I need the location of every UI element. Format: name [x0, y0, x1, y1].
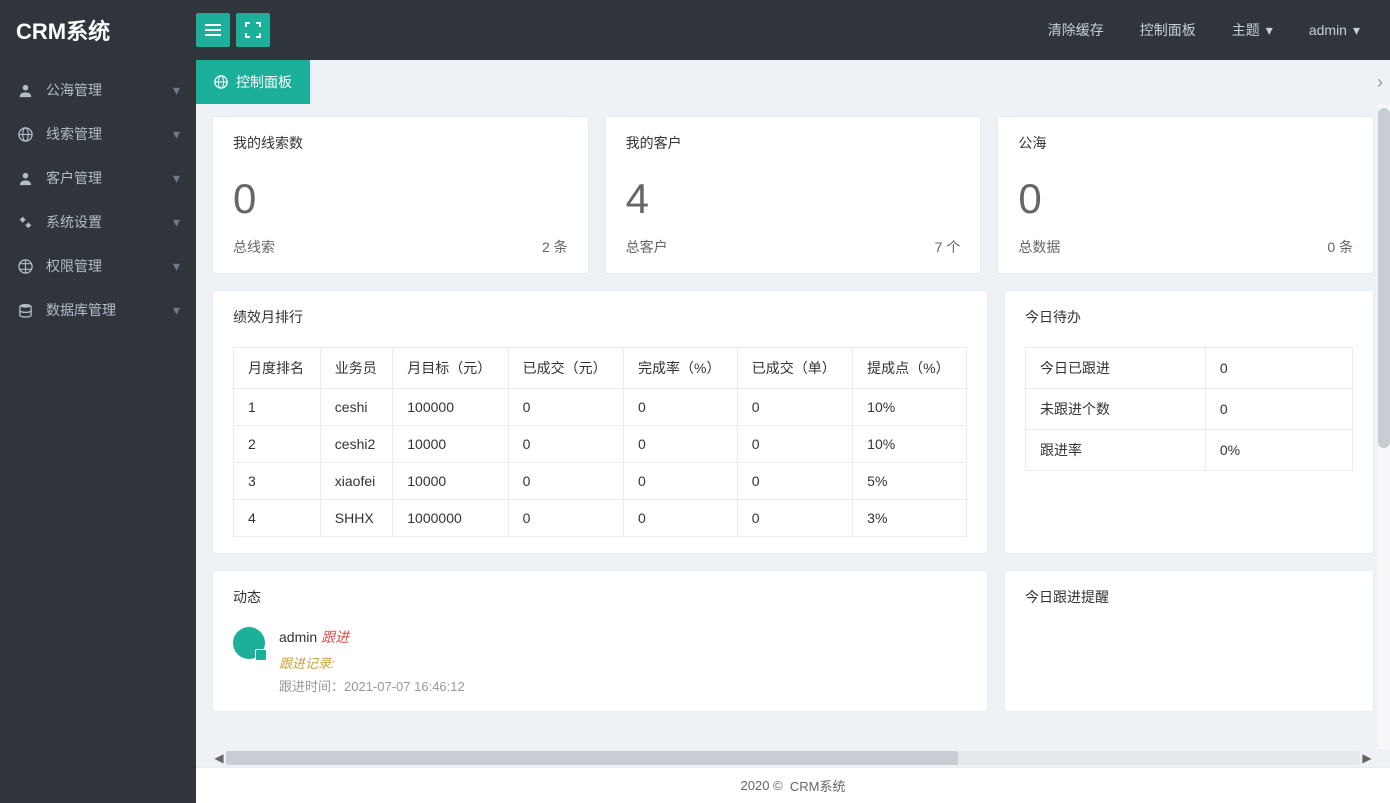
kpi-card-1: 我的客户 4 总客户 7 个	[605, 116, 982, 274]
kpi-value: 0	[233, 175, 568, 223]
sidebar-item-label: 客户管理	[46, 168, 173, 188]
feed-user: admin	[279, 629, 317, 645]
table-row: 1ceshi10000000010%	[234, 389, 967, 426]
content: 我的线索数 0 总线索 2 条 我的客户 4 总客户 7 个 公海 0 总数据 0 条 绩效月排行 月…	[196, 104, 1390, 749]
vertical-scrollbar[interactable]	[1378, 104, 1390, 749]
caret-down-icon: ▾	[173, 302, 180, 319]
menu-toggle-button[interactable]	[196, 13, 230, 47]
rank-header: 完成率（%）	[624, 348, 738, 389]
kpi-title: 我的线索数	[233, 133, 568, 153]
kpi-value: 0	[1018, 175, 1353, 223]
users-icon	[16, 83, 34, 98]
app-logo: CRM系统	[12, 14, 196, 46]
remind-title: 今日跟进提醒	[1025, 587, 1353, 607]
menu-icon	[205, 22, 221, 38]
clear-cache-link[interactable]: 清除缓存	[1030, 0, 1122, 60]
rank-table: 月度排名业务员月目标（元）已成交（元）完成率（%）已成交（单）提成点（%）1ce…	[233, 347, 967, 537]
sidebar-item-label: 线索管理	[46, 124, 173, 144]
sidebar-item-label: 公海管理	[46, 80, 173, 100]
feed-action: 跟进	[321, 629, 349, 645]
feed-timestamp: 跟进时间：2021-07-07 16:46:12	[279, 676, 967, 695]
sidebar: 公海管理▾线索管理▾客户管理▾系统设置▾权限管理▾数据库管理▾	[0, 60, 196, 803]
scroll-left-icon[interactable]: ◀	[212, 749, 226, 767]
caret-down-icon: ▾	[1266, 22, 1273, 39]
todo-title: 今日待办	[1025, 307, 1353, 327]
rank-header: 提成点（%）	[853, 348, 967, 389]
feed-item: admin跟进 跟进记录: 跟进时间：2021-07-07 16:46:12	[233, 627, 967, 695]
tab-bar: 控制面板 ›	[196, 60, 1390, 104]
fullscreen-icon	[245, 22, 261, 38]
cog-icon	[16, 215, 34, 230]
horizontal-scrollbar[interactable]: ◀ ▶	[212, 749, 1374, 767]
kpi-card-0: 我的线索数 0 总线索 2 条	[212, 116, 589, 274]
main-area: 控制面板 › 我的线索数 0 总线索 2 条 我的客户 4 总客户 7 个 公海 0 总数据 0 条 …	[196, 60, 1390, 803]
rank-title: 绩效月排行	[233, 307, 967, 327]
table-row: 跟进率0%	[1026, 430, 1353, 471]
table-row: 3xiaofei100000005%	[234, 463, 967, 500]
rank-header: 月目标（元）	[393, 348, 508, 389]
rank-panel: 绩效月排行 月度排名业务员月目标（元）已成交（元）完成率（%）已成交（单）提成点…	[212, 290, 988, 554]
footer: 2020 © CRM系统	[196, 767, 1390, 803]
sidebar-item-3[interactable]: 系统设置▾	[0, 200, 196, 244]
sidebar-item-5[interactable]: 数据库管理▾	[0, 288, 196, 332]
caret-down-icon: ▾	[173, 126, 180, 143]
fullscreen-button[interactable]	[236, 13, 270, 47]
kpi-card-2: 公海 0 总数据 0 条	[997, 116, 1374, 274]
web-icon	[16, 259, 34, 274]
remind-panel: 今日跟进提醒	[1004, 570, 1374, 712]
kpi-foot-right: 7 个	[935, 237, 961, 257]
kpi-foot-right: 0 条	[1327, 237, 1353, 257]
scroll-right-icon[interactable]: ▶	[1360, 749, 1374, 767]
table-row: 2ceshi21000000010%	[234, 426, 967, 463]
table-row: 今日已跟进0	[1026, 348, 1353, 389]
db-icon	[16, 303, 34, 318]
sidebar-item-1[interactable]: 线索管理▾	[0, 112, 196, 156]
kpi-foot-left: 总数据	[1018, 237, 1060, 257]
caret-down-icon: ▾	[173, 214, 180, 231]
feed-record-label: 跟进记录:	[279, 653, 967, 672]
kpi-value: 4	[626, 175, 961, 223]
sidebar-item-label: 数据库管理	[46, 300, 173, 320]
rank-header: 已成交（单）	[737, 348, 852, 389]
caret-down-icon: ▾	[173, 82, 180, 99]
kpi-title: 我的客户	[626, 133, 961, 153]
avatar	[233, 627, 265, 659]
feed-panel: 动态 admin跟进 跟进记录: 跟进时间：2021-07-07 16:46:1…	[212, 570, 988, 712]
tab-label: 控制面板	[236, 72, 292, 92]
sidebar-item-4[interactable]: 权限管理▾	[0, 244, 196, 288]
dashboard-link[interactable]: 控制面板	[1122, 0, 1214, 60]
globe-icon	[16, 127, 34, 142]
kpi-title: 公海	[1018, 133, 1353, 153]
globe-icon	[214, 75, 228, 89]
sidebar-item-0[interactable]: 公海管理▾	[0, 68, 196, 112]
kpi-foot-left: 总客户	[626, 237, 668, 257]
header: CRM系统 清除缓存 控制面板 主题▾ admin▾	[0, 0, 1390, 60]
tab-scroll-right[interactable]: ›	[1370, 60, 1390, 104]
sidebar-item-label: 权限管理	[46, 256, 173, 276]
kpi-foot-right: 2 条	[542, 237, 568, 257]
user-dropdown[interactable]: admin▾	[1291, 0, 1378, 60]
rank-header: 业务员	[320, 348, 392, 389]
kpi-foot-left: 总线索	[233, 237, 275, 257]
avatar-badge-icon	[255, 649, 267, 661]
table-row: 4SHHX10000000003%	[234, 500, 967, 537]
theme-dropdown[interactable]: 主题▾	[1214, 0, 1291, 60]
tab-dashboard[interactable]: 控制面板	[196, 60, 310, 104]
table-row: 未跟进个数0	[1026, 389, 1353, 430]
rank-header: 月度排名	[234, 348, 321, 389]
rank-header: 已成交（元）	[508, 348, 623, 389]
user-icon	[16, 171, 34, 186]
sidebar-item-label: 系统设置	[46, 212, 173, 232]
todo-table: 今日已跟进0未跟进个数0跟进率0%	[1025, 347, 1353, 471]
todo-panel: 今日待办 今日已跟进0未跟进个数0跟进率0%	[1004, 290, 1374, 554]
feed-title: 动态	[233, 587, 967, 607]
caret-down-icon: ▾	[173, 170, 180, 187]
caret-down-icon: ▾	[173, 258, 180, 275]
caret-down-icon: ▾	[1353, 22, 1360, 39]
sidebar-item-2[interactable]: 客户管理▾	[0, 156, 196, 200]
